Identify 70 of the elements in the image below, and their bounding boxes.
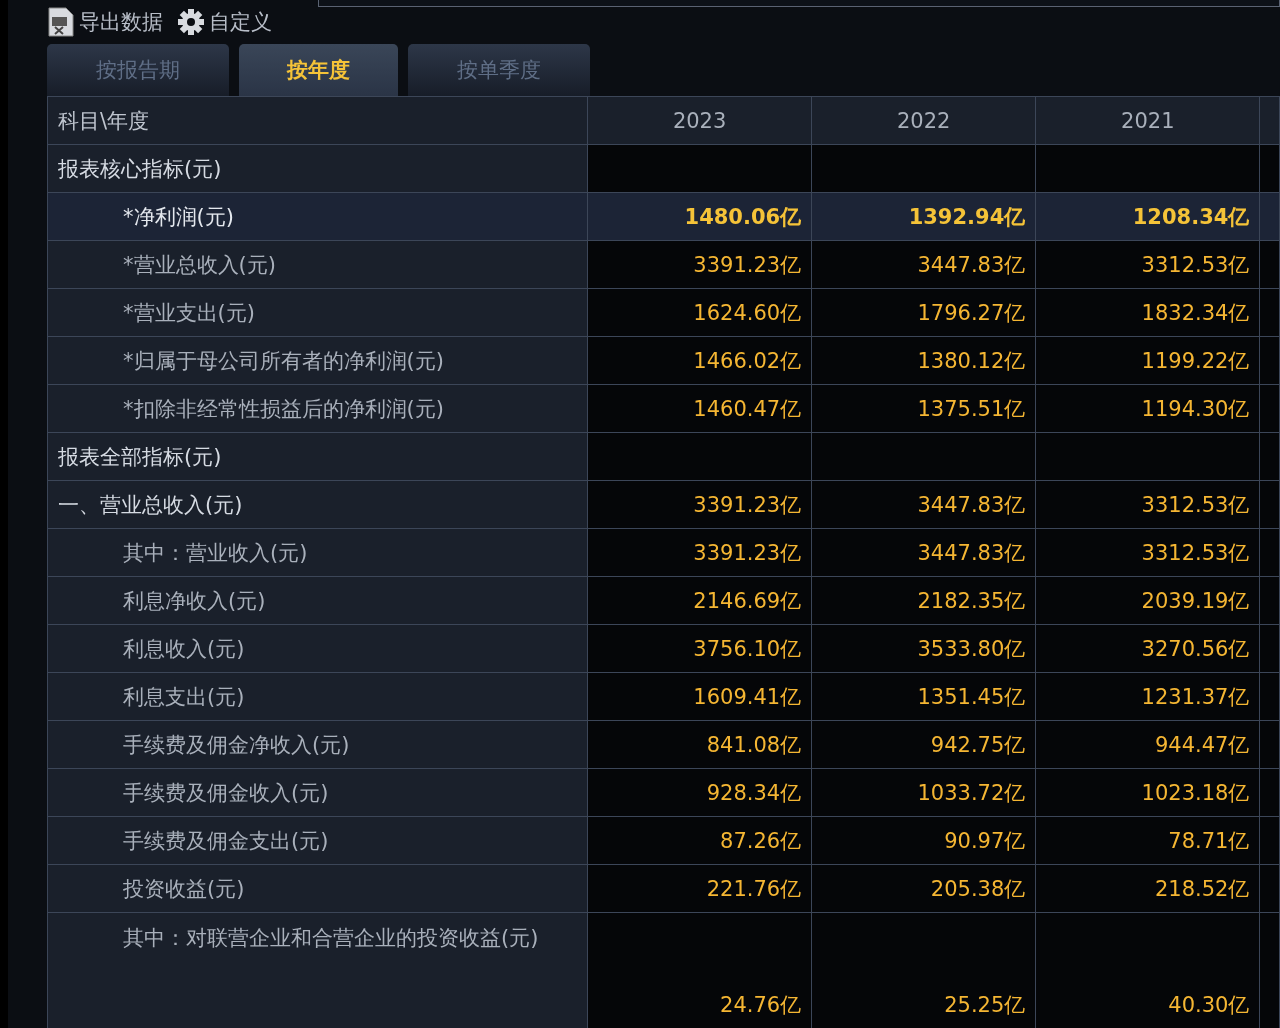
value-cell: 205.38亿: [811, 864, 1036, 913]
value-cell: 1392.94亿: [811, 192, 1036, 241]
export-button[interactable]: 导出数据: [47, 7, 163, 37]
row-label: 手续费及佣金支出(元): [47, 816, 588, 865]
row-label: 利息支出(元): [47, 672, 588, 721]
value-cell: 3312.53亿: [1035, 528, 1260, 577]
tab[interactable]: 按年度: [239, 44, 398, 96]
value-cell: 1194.30亿: [1035, 384, 1260, 433]
value-cell: 3447.83亿: [811, 528, 1036, 577]
value-cell: 928.34亿: [587, 768, 812, 817]
value-cell: 3533.80亿: [811, 624, 1036, 673]
value-cell: 1199.22亿: [1035, 336, 1260, 385]
value-cell: 40.30亿: [1035, 912, 1260, 1028]
row-label: 手续费及佣金净收入(元): [47, 720, 588, 769]
value-cell: 1460.47亿: [587, 384, 812, 433]
settings-button[interactable]: 自定义: [177, 8, 272, 36]
value-cell: 1033.72亿: [811, 768, 1036, 817]
row-label: *净利润(元): [47, 192, 588, 241]
row-label: *归属于母公司所有者的净利润(元): [47, 336, 588, 385]
value-cell: 1624.60亿: [587, 288, 812, 337]
value-cell: 1351.45亿: [811, 672, 1036, 721]
row-label: 利息收入(元): [47, 624, 588, 673]
value-cell: 221.76亿: [587, 864, 812, 913]
spreadsheet-icon: [47, 7, 75, 37]
row-label: 其中：营业收入(元): [47, 528, 588, 577]
value-cell: 841.08亿: [587, 720, 812, 769]
value-cell: 1023.18亿: [1035, 768, 1260, 817]
value-cell: 1480.06亿: [587, 192, 812, 241]
value-cell: 1380.12亿: [811, 336, 1036, 385]
value-cell: 3447.83亿: [811, 240, 1036, 289]
value-cell: 218.52亿: [1035, 864, 1260, 913]
value-cell: 3312.53亿: [1035, 480, 1260, 529]
year-header: 2023: [587, 96, 812, 145]
value-cell: 24.76亿: [587, 912, 812, 1028]
value-cell: 3447.83亿: [811, 480, 1036, 529]
value-cell: 942.75亿: [811, 720, 1036, 769]
row-label: 利息净收入(元): [47, 576, 588, 625]
value-cell: 1796.27亿: [811, 288, 1036, 337]
value-cell: 3270.56亿: [1035, 624, 1260, 673]
value-cell: 3312.53亿: [1035, 240, 1260, 289]
value-cell: 3391.23亿: [587, 528, 812, 577]
value-cell: 3391.23亿: [587, 480, 812, 529]
value-cell: 1208.34亿: [1035, 192, 1260, 241]
row-label: 其中：对联营企业和合营企业的投资收益(元): [47, 912, 588, 1028]
row-label: 手续费及佣金收入(元): [47, 768, 588, 817]
value-cell: 1231.37亿: [1035, 672, 1260, 721]
value-cell: 2146.69亿: [587, 576, 812, 625]
value-cell: 2182.35亿: [811, 576, 1036, 625]
value-cell: 1832.34亿: [1035, 288, 1260, 337]
value-cell: 3756.10亿: [587, 624, 812, 673]
value-cell: 1466.02亿: [587, 336, 812, 385]
row-label: *营业总收入(元): [47, 240, 588, 289]
value-cell: 25.25亿: [811, 912, 1036, 1028]
value-cell: 944.47亿: [1035, 720, 1260, 769]
row-label: 投资收益(元): [47, 864, 588, 913]
value-cell: 90.97亿: [811, 816, 1036, 865]
year-header: 2022: [811, 96, 1036, 145]
row-label: 报表全部指标(元): [47, 432, 588, 481]
row-label: *扣除非经常性损益后的净利润(元): [47, 384, 588, 433]
row-label: *营业支出(元): [47, 288, 588, 337]
value-cell: 2039.19亿: [1035, 576, 1260, 625]
row-label: 报表核心指标(元): [47, 144, 588, 193]
row-label: 一、营业总收入(元): [47, 480, 588, 529]
value-cell: 1609.41亿: [587, 672, 812, 721]
value-cell: 1375.51亿: [811, 384, 1036, 433]
value-cell: 3391.23亿: [587, 240, 812, 289]
value-cell: 87.26亿: [587, 816, 812, 865]
header-cell: 科目\年度: [47, 96, 588, 145]
year-header: 2021: [1035, 96, 1260, 145]
value-cell: 78.71亿: [1035, 816, 1260, 865]
